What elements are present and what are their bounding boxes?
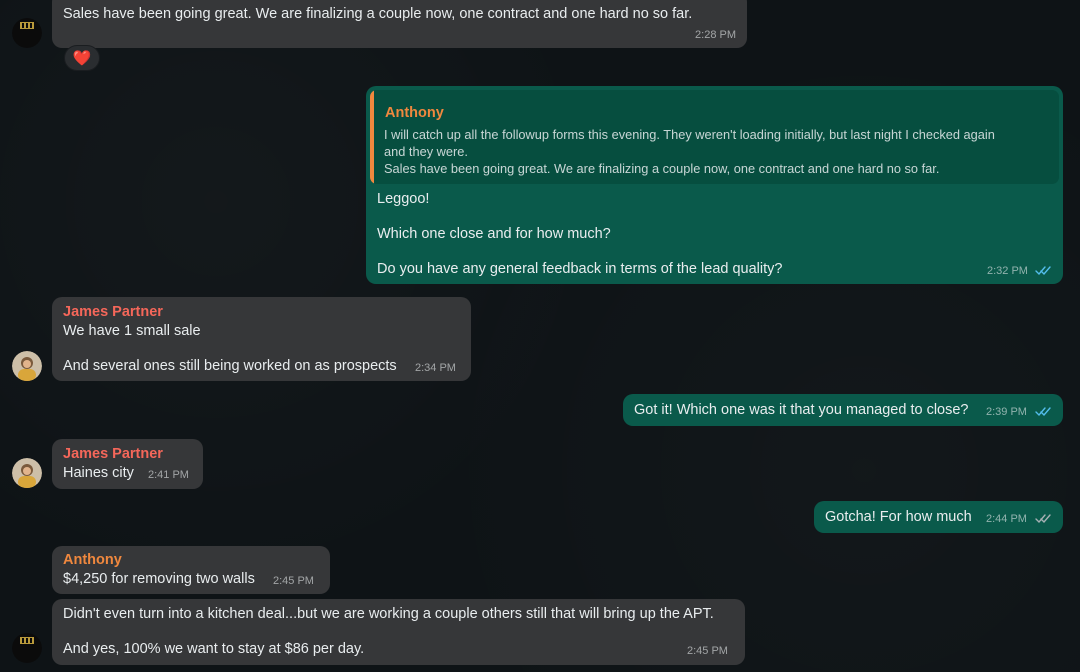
- message-text: Haines city: [63, 465, 134, 481]
- message-text: Sales have been going great. We are fina…: [63, 6, 693, 22]
- message-text-line: Which one close and for how much?: [377, 226, 611, 242]
- message-incoming[interactable]: James Partner We have 1 small sale And s…: [52, 297, 471, 381]
- message-incoming[interactable]: Anthony $4,250 for removing two walls 2:…: [52, 546, 330, 594]
- message-time: 2:39 PM: [986, 406, 1027, 418]
- message-text-line: Didn't even turn into a kitchen deal...b…: [63, 606, 714, 622]
- message-outgoing[interactable]: Gotcha! For how much 2:44 PM: [814, 501, 1063, 533]
- message-text: $4,250 for removing two walls: [63, 571, 255, 587]
- sender-name: Anthony: [63, 552, 122, 568]
- avatar-logo-icon: [12, 18, 42, 48]
- quote-sender-name: Anthony: [385, 105, 444, 121]
- message-text-line: Do you have any general feedback in term…: [377, 261, 783, 277]
- message-text-line: Leggoo!: [377, 191, 430, 207]
- message-outgoing[interactable]: Anthony I will catch up all the followup…: [366, 86, 1063, 284]
- reaction-heart[interactable]: ❤️: [64, 45, 100, 71]
- message-incoming[interactable]: James Partner Haines city 2:41 PM: [52, 439, 203, 489]
- quote-text-line: Sales have been going great. We are fina…: [384, 161, 940, 176]
- message-time: 2:45 PM: [273, 575, 314, 587]
- message-text-line: We have 1 small sale: [63, 323, 201, 339]
- message-text-line: And yes, 100% we want to stay at $86 per…: [63, 641, 365, 657]
- message-time: 2:44 PM: [986, 513, 1027, 525]
- avatar-anthony[interactable]: [12, 633, 42, 663]
- message-incoming[interactable]: Sales have been going great. We are fina…: [52, 0, 747, 48]
- quoted-message[interactable]: Anthony I will catch up all the followup…: [370, 90, 1059, 184]
- avatar-james-partner[interactable]: [12, 458, 42, 488]
- message-time: 2:34 PM: [415, 362, 456, 374]
- heart-reaction-icon: ❤️: [72, 50, 92, 67]
- message-text: Got it! Which one was it that you manage…: [634, 402, 969, 418]
- double-check-read-icon: [1035, 407, 1051, 417]
- message-text-line: And several ones still being worked on a…: [63, 358, 397, 374]
- quote-text-line: and they were.: [384, 144, 468, 159]
- message-time: 2:41 PM: [148, 469, 189, 481]
- double-check-read-icon: [1035, 266, 1051, 276]
- message-time: 2:45 PM: [687, 645, 728, 657]
- message-text: Gotcha! For how much: [825, 509, 972, 525]
- message-time: 2:28 PM: [695, 29, 736, 41]
- message-incoming[interactable]: Didn't even turn into a kitchen deal...b…: [52, 599, 745, 665]
- quote-accent-bar: [370, 90, 374, 184]
- avatar-anthony-top[interactable]: [12, 18, 42, 48]
- sender-name: James Partner: [63, 446, 163, 462]
- quote-text-line: I will catch up all the followup forms t…: [384, 127, 995, 142]
- message-outgoing[interactable]: Got it! Which one was it that you manage…: [623, 394, 1063, 426]
- sender-name: James Partner: [63, 304, 163, 320]
- avatar-photo-icon: [12, 351, 42, 381]
- avatar-logo-icon: [12, 633, 42, 663]
- avatar-james-partner[interactable]: [12, 351, 42, 381]
- double-check-delivered-icon: [1035, 514, 1051, 524]
- message-time: 2:32 PM: [987, 265, 1028, 277]
- chat-message-list[interactable]: Sales have been going great. We are fina…: [0, 0, 1080, 672]
- avatar-photo-icon: [12, 458, 42, 488]
